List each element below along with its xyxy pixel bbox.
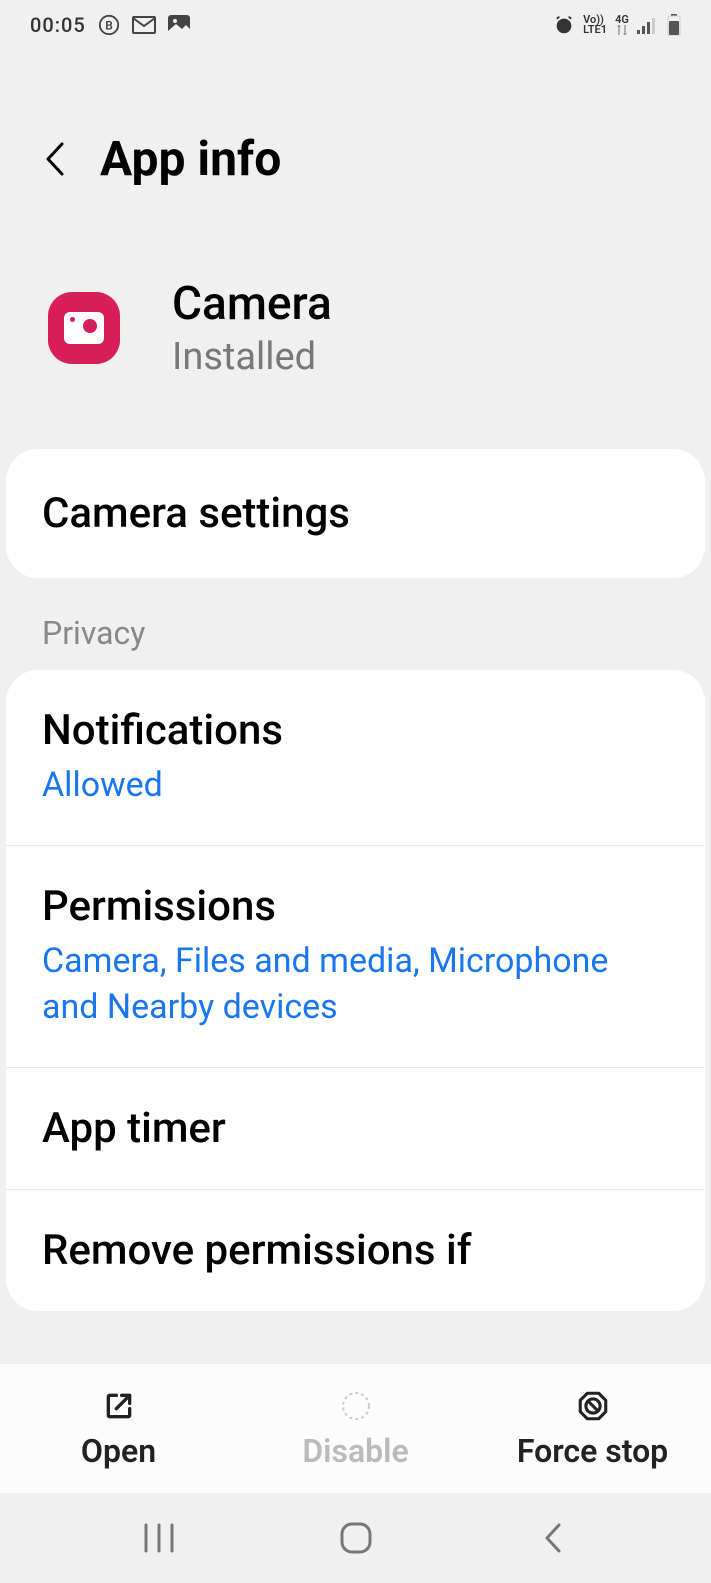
data-type-indicator: 4G <box>615 15 629 35</box>
system-nav-bar <box>0 1493 711 1583</box>
disable-button: Disable <box>237 1364 474 1493</box>
permissions-title: Permissions <box>42 882 669 931</box>
force-stop-button[interactable]: Force stop <box>474 1364 711 1493</box>
content-area: App info Camera Installed Camera setting… <box>0 50 711 1363</box>
app-timer-item[interactable]: App timer <box>6 1068 705 1190</box>
disable-label: Disable <box>302 1432 408 1470</box>
force-stop-label: Force stop <box>517 1432 668 1470</box>
message-b-icon: B <box>98 14 120 36</box>
remove-permissions-title: Remove permissions if <box>42 1226 669 1275</box>
privacy-card: Notifications Allowed Permissions Camera… <box>6 670 705 1311</box>
notifications-item[interactable]: Notifications Allowed <box>6 670 705 846</box>
page-title: App info <box>100 130 281 187</box>
clock-time: 00:05 <box>30 13 86 37</box>
recents-icon <box>142 1523 176 1553</box>
app-timer-title: App timer <box>42 1104 669 1153</box>
permissions-value: Camera, Files and media, Microphone and … <box>42 939 669 1031</box>
force-stop-icon <box>576 1388 610 1424</box>
home-icon <box>339 1521 373 1555</box>
permissions-item[interactable]: Permissions Camera, Files and media, Mic… <box>6 846 705 1068</box>
svg-text:B: B <box>105 19 113 33</box>
image-icon <box>168 15 190 35</box>
notifications-title: Notifications <box>42 706 669 755</box>
app-install-status: Installed <box>172 335 332 379</box>
remove-permissions-item[interactable]: Remove permissions if <box>6 1190 705 1311</box>
alarm-icon <box>553 14 575 36</box>
open-icon <box>103 1388 135 1424</box>
status-left: 00:05 B <box>30 13 190 37</box>
disable-icon <box>340 1388 372 1424</box>
open-button[interactable]: Open <box>0 1364 237 1493</box>
home-button[interactable] <box>331 1513 381 1563</box>
open-label: Open <box>81 1432 156 1470</box>
chevron-left-icon <box>542 1521 564 1555</box>
gmail-icon <box>132 16 156 34</box>
nav-back-button[interactable] <box>528 1513 578 1563</box>
app-summary: Camera Installed <box>0 217 711 449</box>
status-bar: 00:05 B Vo)) LTE1 4G <box>0 0 711 50</box>
app-icon <box>48 292 120 364</box>
chevron-left-icon <box>44 141 66 177</box>
bottom-action-bar: Open Disable Force stop <box>0 1363 711 1493</box>
camera-settings-item[interactable]: Camera settings <box>6 449 705 578</box>
app-name: Camera <box>172 277 332 331</box>
battery-icon <box>667 14 681 36</box>
page-header: App info <box>0 50 711 217</box>
camera-settings-label: Camera settings <box>42 489 669 538</box>
camera-icon <box>64 312 104 344</box>
back-button[interactable] <box>40 139 70 179</box>
volte-indicator: Vo)) LTE1 <box>583 15 607 35</box>
privacy-section-label: Privacy <box>0 578 711 670</box>
signal-icon <box>637 16 659 34</box>
status-right: Vo)) LTE1 4G <box>553 14 681 36</box>
recents-button[interactable] <box>134 1513 184 1563</box>
notifications-value: Allowed <box>42 763 669 809</box>
